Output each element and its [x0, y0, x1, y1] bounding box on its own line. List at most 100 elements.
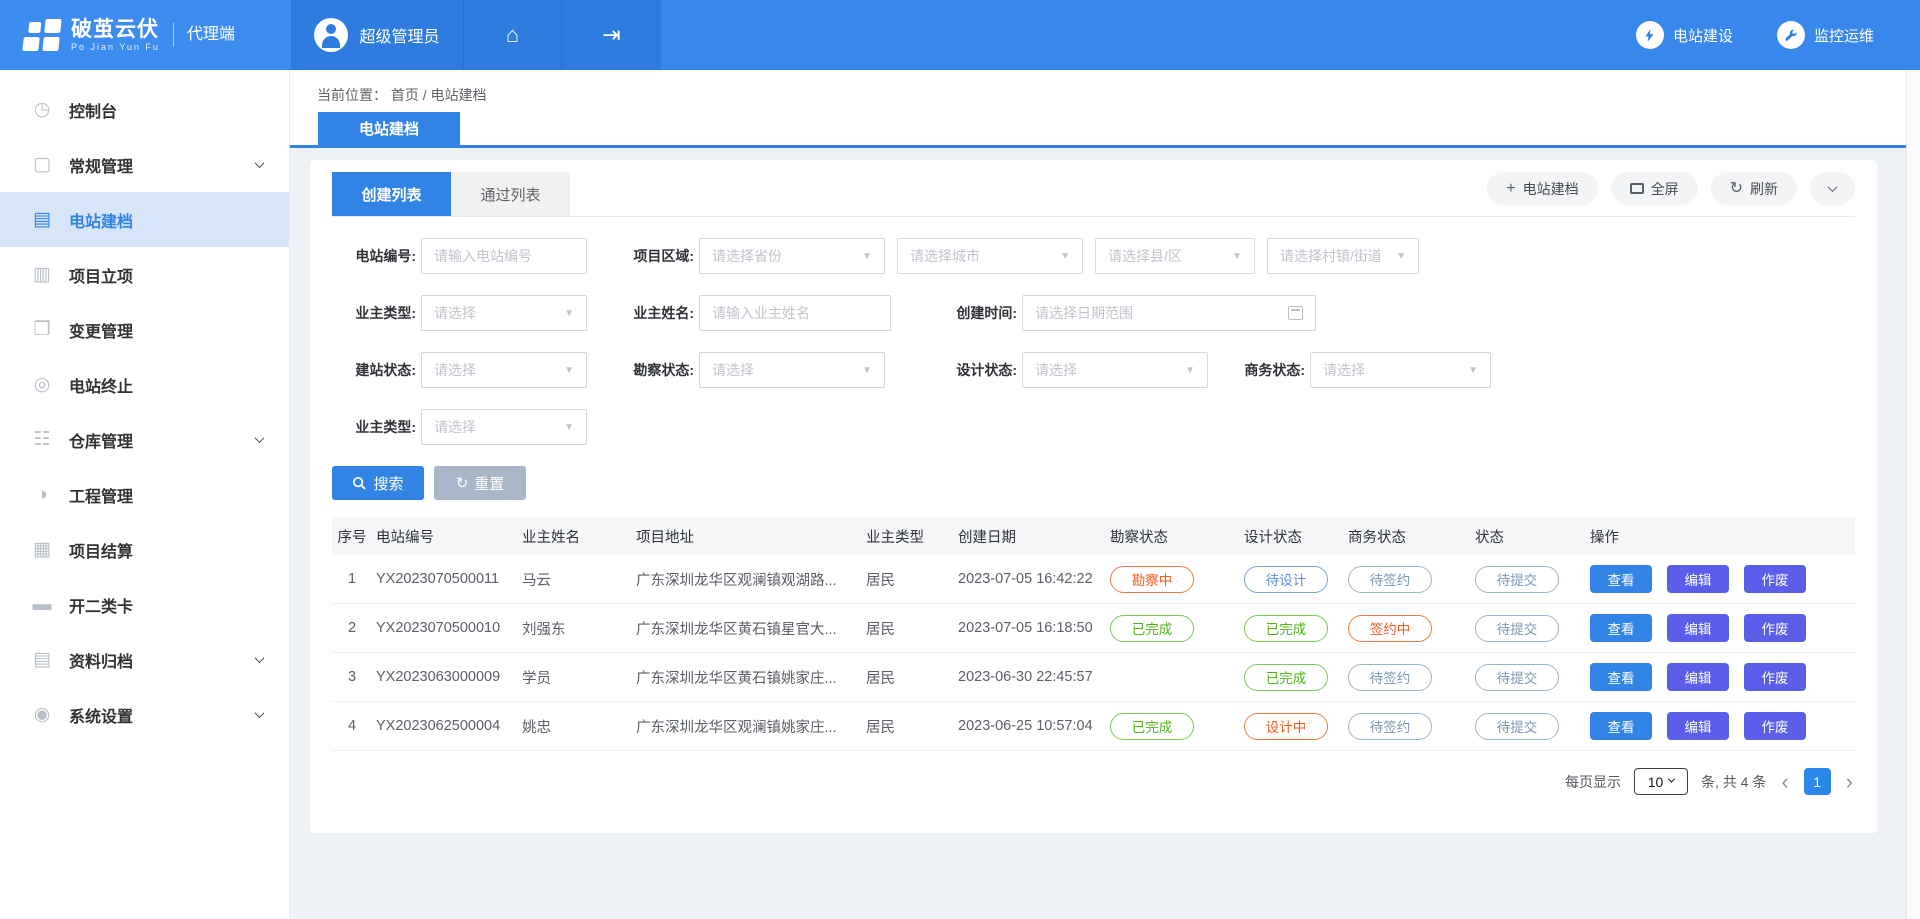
- page-tab[interactable]: 电站建档: [318, 112, 460, 145]
- void-button[interactable]: 作废: [1744, 712, 1806, 740]
- survey-status-select[interactable]: 请选择 ▼: [699, 352, 885, 388]
- refresh-icon: ↻: [1730, 181, 1743, 197]
- region-select-placeholder: 请选择省份: [712, 246, 856, 266]
- logout-icon: ⇥: [602, 24, 620, 46]
- card-icon: ▬: [30, 594, 54, 616]
- tab-通过列表[interactable]: 通过列表: [451, 172, 570, 216]
- next-page-button[interactable]: ›: [1844, 771, 1855, 793]
- edit-button[interactable]: 编辑: [1667, 712, 1729, 740]
- owner-type-select[interactable]: 请选择 ▼: [421, 295, 587, 331]
- toolbar-刷新-button[interactable]: ↻刷新: [1711, 172, 1797, 205]
- chevron-down-icon: [1828, 182, 1838, 192]
- caret-down-icon: ▼: [1396, 251, 1406, 262]
- void-button[interactable]: 作废: [1744, 663, 1806, 691]
- status-badge: 待提交: [1475, 664, 1559, 691]
- cell-no: 1: [332, 571, 372, 587]
- chevron-down-icon: [255, 433, 265, 443]
- region-select-2[interactable]: 请选择城市▼: [897, 238, 1083, 274]
- module-电站建设[interactable]: 电站建设: [1636, 21, 1733, 49]
- tab-创建列表[interactable]: 创建列表: [332, 172, 451, 216]
- per-page-select[interactable]: 10: [1634, 768, 1688, 795]
- sidebar-item-项目结算[interactable]: ▦项目结算: [0, 522, 289, 577]
- sidebar-item-控制台[interactable]: ◷控制台: [0, 82, 289, 137]
- create-time-input-field[interactable]: [1035, 305, 1288, 321]
- view-button[interactable]: 查看: [1590, 712, 1652, 740]
- business-status-select[interactable]: 请选择 ▼: [1310, 352, 1491, 388]
- page-scrollbar[interactable]: [1906, 70, 1920, 919]
- design-status-select[interactable]: 请选择 ▼: [1022, 352, 1208, 388]
- home-button[interactable]: ⌂: [463, 0, 561, 70]
- view-button[interactable]: 查看: [1590, 614, 1652, 642]
- avatar: [314, 18, 348, 52]
- sidebar-item-电站建档[interactable]: ▤电站建档: [0, 192, 289, 247]
- current-page-button[interactable]: 1: [1804, 768, 1831, 795]
- cell-design-status: 已完成: [1240, 664, 1344, 691]
- cell-status-status: 待提交: [1471, 566, 1586, 593]
- cell-design-status: 设计中: [1240, 713, 1344, 740]
- username: 超级管理员: [359, 23, 439, 47]
- search-button[interactable]: 搜索: [332, 466, 424, 500]
- lightning-icon: [1636, 21, 1664, 49]
- target-icon: ◎: [30, 373, 54, 396]
- logout-button[interactable]: ⇥: [561, 0, 661, 70]
- sidebar-item-工程管理[interactable]: ◑工程管理: [0, 467, 289, 522]
- cell-owner: 学员: [518, 667, 632, 688]
- sidebar-item-label: 电站终止: [69, 373, 263, 397]
- survey-status-label: 勘察状态:: [610, 360, 694, 380]
- module-监控运维[interactable]: 监控运维: [1777, 21, 1874, 49]
- reset-button[interactable]: ↻ 重置: [434, 466, 526, 500]
- archive-icon: ▤: [30, 648, 54, 671]
- card-tabs: 创建列表通过列表: [332, 172, 570, 216]
- owner-type2-placeholder: 请选择: [434, 417, 558, 437]
- region-select-3[interactable]: 请选择县/区▼: [1095, 238, 1255, 274]
- user-profile[interactable]: 超级管理员: [291, 0, 463, 70]
- sidebar-item-仓库管理[interactable]: ☷仓库管理: [0, 412, 289, 467]
- app-window: 破茧云伏 Po Jian Yun Fu 代理端 超级管理员 ⌂ ⇥ 电站建设监控…: [0, 0, 1920, 919]
- sidebar-item-开二类卡[interactable]: ▬开二类卡: [0, 577, 289, 632]
- column-header-创建日期: 创建日期: [954, 526, 1106, 547]
- column-header-操作: 操作: [1586, 526, 1855, 547]
- cell-business-status: 待签约: [1344, 713, 1471, 740]
- owner-name-input-field[interactable]: [712, 305, 878, 321]
- list-card: 创建列表通过列表 +电站建档全屏↻刷新 电站编号: 项目区域: 请选择省份▼请选…: [310, 160, 1877, 833]
- sidebar-item-系统设置[interactable]: ◉ 系统设置: [0, 687, 289, 742]
- sidebar-item-变更管理[interactable]: ❐变更管理: [0, 302, 289, 357]
- cell-actions: 查看编辑作废: [1586, 565, 1855, 593]
- edit-button[interactable]: 编辑: [1667, 663, 1729, 691]
- station-no-input[interactable]: [421, 238, 587, 274]
- cell-actions: 查看编辑作废: [1586, 712, 1855, 740]
- edit-button[interactable]: 编辑: [1667, 565, 1729, 593]
- caret-down-icon: ▼: [564, 365, 574, 376]
- build-status-placeholder: 请选择: [434, 360, 558, 380]
- view-button[interactable]: 查看: [1590, 565, 1652, 593]
- toolbar-more-button[interactable]: [1810, 172, 1855, 205]
- sidebar-item-电站终止[interactable]: ◎ 电站终止: [0, 357, 289, 412]
- prev-page-button[interactable]: ‹: [1779, 771, 1790, 793]
- edit-button[interactable]: 编辑: [1667, 614, 1729, 642]
- owner-name-input[interactable]: [699, 295, 891, 331]
- station-no-input-field[interactable]: [434, 248, 574, 264]
- void-button[interactable]: 作废: [1744, 565, 1806, 593]
- toolbar-电站建档-button[interactable]: +电站建档: [1487, 172, 1597, 205]
- void-button[interactable]: 作废: [1744, 614, 1806, 642]
- sidebar-item-label: 系统设置: [69, 703, 256, 727]
- toolbar-button-label: 电站建档: [1523, 179, 1579, 199]
- build-status-select[interactable]: 请选择 ▼: [421, 352, 587, 388]
- region-select-1[interactable]: 请选择省份▼: [699, 238, 885, 274]
- station-no-label: 电站编号:: [332, 246, 416, 266]
- region-select-4[interactable]: 请选择村镇/街道▼: [1267, 238, 1419, 274]
- sidebar-item-常规管理[interactable]: ▢常规管理: [0, 137, 289, 192]
- breadcrumb-path[interactable]: 首页 / 电站建档: [391, 87, 487, 103]
- toolbar-全屏-button[interactable]: 全屏: [1611, 172, 1698, 205]
- sidebar-item-label: 控制台: [69, 98, 263, 122]
- sidebar-item-项目立项[interactable]: ▥项目立项: [0, 247, 289, 302]
- create-time-input[interactable]: [1022, 295, 1316, 331]
- owner-type2-select[interactable]: 请选择 ▼: [421, 409, 587, 445]
- cell-code: YX2023070500011: [372, 571, 518, 587]
- settings-icon: ◉: [30, 703, 54, 726]
- per-page-label: 每页显示: [1565, 772, 1621, 792]
- status-badge: 勘察中: [1110, 566, 1194, 593]
- view-button[interactable]: 查看: [1590, 663, 1652, 691]
- column-header-设计状态: 设计状态: [1240, 526, 1344, 547]
- sidebar-item-资料归档[interactable]: ▤资料归档: [0, 632, 289, 687]
